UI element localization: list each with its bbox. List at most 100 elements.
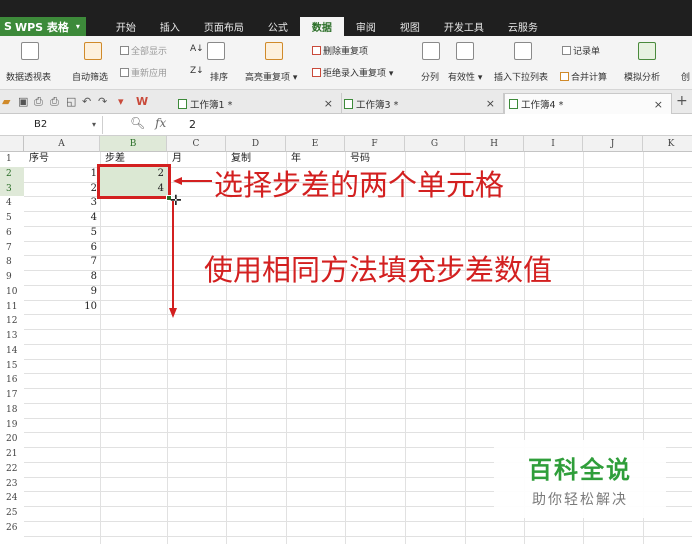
cell-a6[interactable]: 5 — [24, 226, 97, 241]
save-icon[interactable]: ▣ — [18, 95, 28, 108]
cell-a2[interactable]: 1 — [24, 167, 97, 182]
formula-input[interactable]: 2 — [189, 118, 196, 131]
what-if-icon[interactable] — [638, 42, 656, 60]
close-icon[interactable]: × — [654, 98, 663, 111]
cell-a10[interactable]: 9 — [24, 285, 97, 300]
zoom-icon[interactable]: 🔍︎ — [130, 116, 145, 130]
column-header-g[interactable]: G — [405, 136, 465, 152]
tab-review[interactable]: 审阅 — [344, 17, 388, 36]
doc-tab-workbook1[interactable]: 工作簿1 * × — [172, 93, 342, 114]
tab-view[interactable]: 视图 — [388, 17, 432, 36]
autofilter-button[interactable]: 自动筛选 — [72, 70, 108, 83]
customize-icon[interactable]: ▾ — [118, 95, 124, 108]
close-icon[interactable]: × — [324, 97, 333, 110]
row-header-2[interactable]: 2 — [0, 166, 24, 182]
row-header-12[interactable]: 12 — [0, 314, 24, 329]
select-all-corner[interactable] — [0, 136, 24, 152]
row-header-4[interactable]: 4 — [0, 196, 24, 211]
cell-a9[interactable]: 8 — [24, 270, 97, 285]
column-header-a[interactable]: A — [24, 136, 100, 152]
create-button[interactable]: 创 — [681, 70, 690, 83]
wps-w-icon[interactable]: W — [136, 95, 148, 108]
what-if-button[interactable]: 模拟分析 — [624, 70, 660, 83]
row-header-15[interactable]: 15 — [0, 358, 24, 374]
doc-tab-workbook4[interactable]: 工作簿4 * × — [504, 93, 672, 114]
open-folder-icon[interactable]: ▰ — [2, 95, 10, 108]
row-header-26[interactable]: 26 — [0, 520, 24, 536]
row-header-14[interactable]: 14 — [0, 343, 24, 359]
column-header-h[interactable]: H — [465, 136, 524, 152]
print-icon[interactable]: ⎙ — [50, 95, 59, 109]
highlight-duplicates-button[interactable]: 高亮重复项 ▾ — [245, 70, 297, 83]
close-icon[interactable]: × — [486, 97, 495, 110]
add-tab-icon[interactable]: + — [676, 93, 688, 109]
cell-a4[interactable]: 3 — [24, 196, 97, 211]
preview-icon[interactable]: ◱ — [66, 95, 76, 108]
split-column-button[interactable]: 分列 — [421, 70, 439, 83]
row-header-24[interactable]: 24 — [0, 491, 24, 506]
row-header-21[interactable]: 21 — [0, 447, 24, 462]
insert-dropdown-icon[interactable] — [514, 42, 532, 60]
row-header-1[interactable]: 1 — [0, 152, 24, 167]
tab-data[interactable]: 数据 — [299, 17, 344, 36]
tab-page-layout[interactable]: 页面布局 — [192, 17, 256, 36]
show-all-button[interactable]: 全部显示 — [120, 44, 167, 57]
row-header-8[interactable]: 8 — [0, 255, 24, 270]
sort-desc-icon[interactable]: Z↓ — [190, 66, 204, 76]
sort-button[interactable]: 排序 — [210, 70, 228, 83]
row-header-3[interactable]: 3 — [0, 181, 24, 197]
tab-developer[interactable]: 开发工具 — [432, 17, 496, 36]
cell-a7[interactable]: 6 — [24, 241, 97, 256]
row-header-19[interactable]: 19 — [0, 417, 24, 433]
name-box[interactable]: B2 ▾ — [0, 116, 103, 134]
row-header-9[interactable]: 9 — [0, 270, 24, 285]
row-header-13[interactable]: 13 — [0, 329, 24, 344]
merge-calc-button[interactable]: 合并计算 — [560, 70, 607, 83]
reapply-button[interactable]: 重新应用 — [120, 66, 167, 79]
tab-cloud[interactable]: 云服务 — [496, 17, 550, 36]
undo-icon[interactable]: ↶ — [82, 95, 91, 108]
cell-a8[interactable]: 7 — [24, 255, 97, 270]
app-menu-button[interactable]: S WPS 表格 ▾ — [0, 17, 86, 36]
fx-icon[interactable]: fx — [155, 116, 166, 130]
redo-icon[interactable]: ↷ — [98, 95, 107, 108]
row-header-5[interactable]: 5 — [0, 211, 24, 226]
validity-button[interactable]: 有效性 ▾ — [448, 70, 482, 83]
export-icon[interactable]: ⎙ — [34, 95, 43, 109]
row-header-23[interactable]: 23 — [0, 476, 24, 492]
cell-a11[interactable]: 10 — [24, 300, 97, 315]
column-header-c[interactable]: C — [167, 136, 226, 152]
row-header-6[interactable]: 6 — [0, 225, 24, 241]
column-header-i[interactable]: I — [524, 136, 583, 152]
tab-home[interactable]: 开始 — [104, 17, 148, 36]
pivot-table-button[interactable]: 数据透视表 — [6, 70, 51, 83]
row-header-7[interactable]: 7 — [0, 240, 24, 256]
delete-duplicates-button[interactable]: 删除重复项 — [312, 44, 368, 57]
row-header-17[interactable]: 17 — [0, 388, 24, 403]
insert-dropdown-button[interactable]: 插入下拉列表 — [494, 70, 548, 83]
validity-icon[interactable] — [456, 42, 474, 60]
record-form-button[interactable]: 记录单 — [562, 44, 600, 57]
cell-a1[interactable]: 序号 — [29, 152, 89, 167]
sort-icon[interactable] — [207, 42, 225, 60]
cell-a5[interactable]: 4 — [24, 211, 97, 226]
pivot-table-icon[interactable] — [21, 42, 39, 60]
row-header-25[interactable]: 25 — [0, 506, 24, 521]
row-header-18[interactable]: 18 — [0, 402, 24, 418]
highlight-duplicates-icon[interactable] — [265, 42, 283, 60]
row-header-20[interactable]: 20 — [0, 432, 24, 447]
column-header-f[interactable]: F — [345, 136, 405, 152]
split-column-icon[interactable] — [422, 42, 440, 60]
row-header-10[interactable]: 10 — [0, 284, 24, 300]
sort-asc-icon[interactable]: A↓ — [190, 44, 204, 54]
row-header-11[interactable]: 11 — [0, 299, 24, 315]
column-header-j[interactable]: J — [583, 136, 643, 152]
filter-icon[interactable] — [84, 42, 102, 60]
doc-tab-workbook3[interactable]: 工作簿3 * × — [342, 93, 504, 114]
cell-a3[interactable]: 2 — [24, 182, 97, 197]
row-header-22[interactable]: 22 — [0, 461, 24, 477]
column-header-e[interactable]: E — [286, 136, 345, 152]
column-header-b[interactable]: B — [100, 136, 167, 152]
column-header-d[interactable]: D — [226, 136, 286, 152]
tab-formula[interactable]: 公式 — [256, 17, 300, 36]
